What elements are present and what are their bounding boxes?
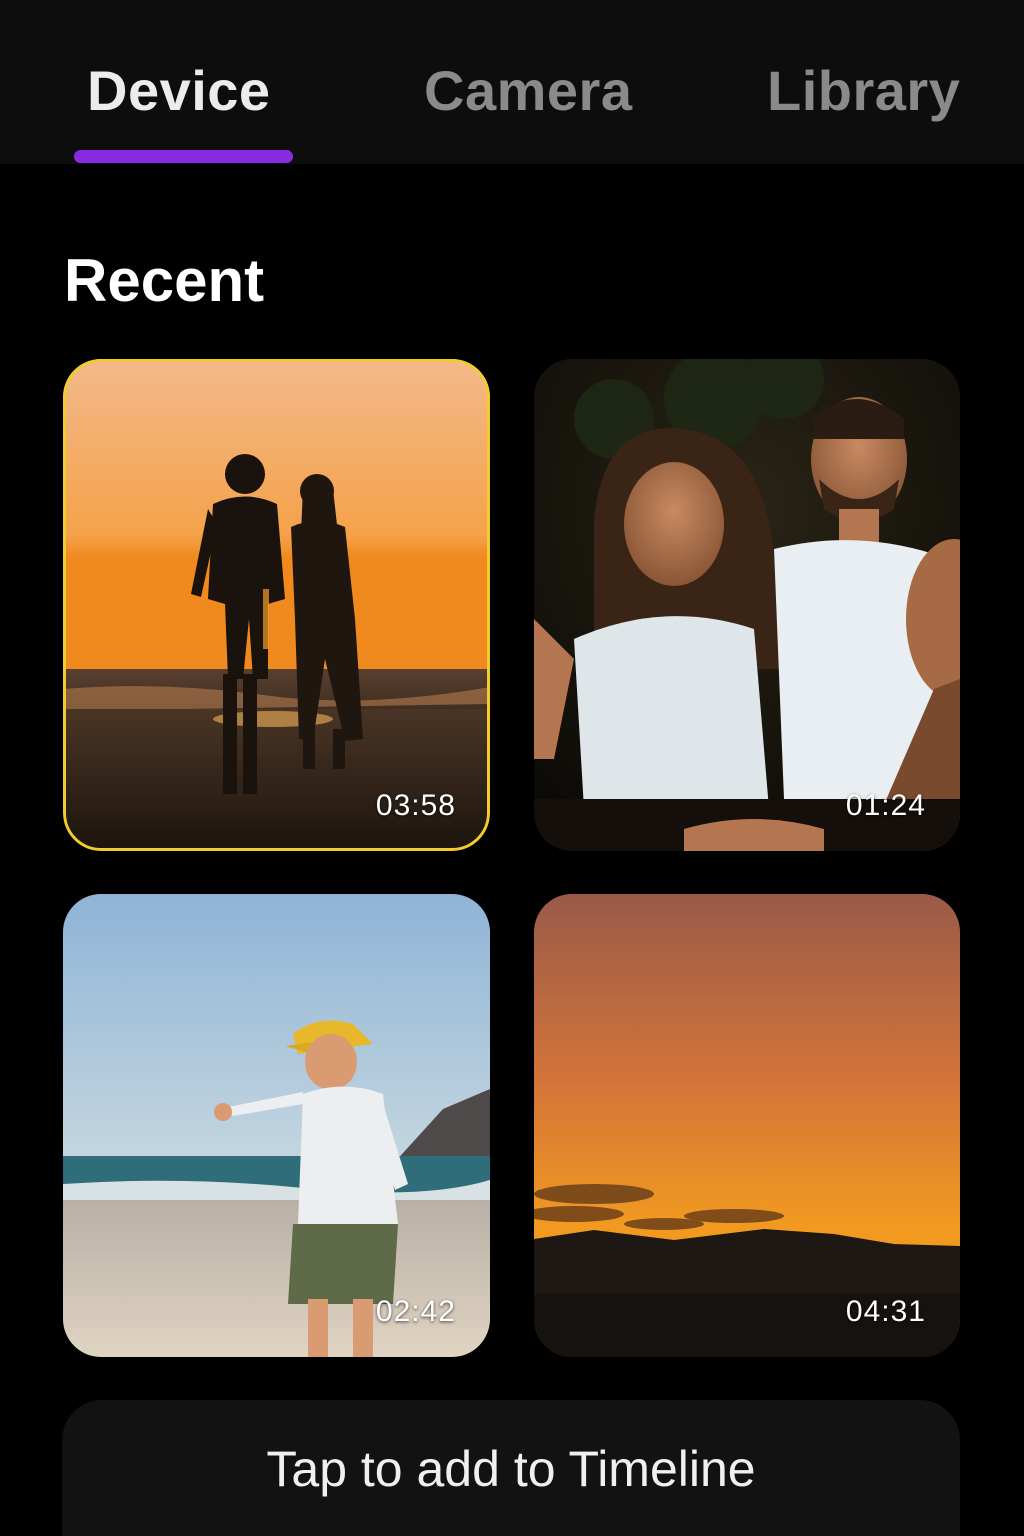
add-to-timeline-label: Tap to add to Timeline <box>266 1441 756 1497</box>
media-thumbnail[interactable]: 02:42 <box>63 894 490 1357</box>
tab-library[interactable]: Library <box>767 58 960 123</box>
thumbnail-image-boy-beach <box>63 894 490 1357</box>
media-source-tabs: Device Camera Library <box>0 0 1024 164</box>
media-thumbnail[interactable]: 01:24 <box>534 359 960 851</box>
media-thumbnail[interactable]: 03:58 <box>63 359 490 851</box>
media-thumbnail[interactable]: 04:31 <box>534 894 960 1357</box>
thumbnail-image-friends-night <box>534 359 960 851</box>
video-duration: 04:31 <box>845 1295 926 1328</box>
active-tab-indicator <box>74 150 293 163</box>
tab-camera[interactable]: Camera <box>424 58 632 123</box>
video-duration: 02:42 <box>375 1295 456 1328</box>
section-title-recent: Recent <box>64 247 265 314</box>
video-duration: 01:24 <box>845 789 926 822</box>
add-to-timeline-button[interactable]: Tap to add to Timeline <box>62 1400 960 1536</box>
thumbnail-image-sunset-mountains <box>534 894 960 1357</box>
video-duration: 03:58 <box>375 789 456 822</box>
thumbnail-image-couple-sunset <box>63 359 490 851</box>
tab-device[interactable]: Device <box>87 58 271 123</box>
